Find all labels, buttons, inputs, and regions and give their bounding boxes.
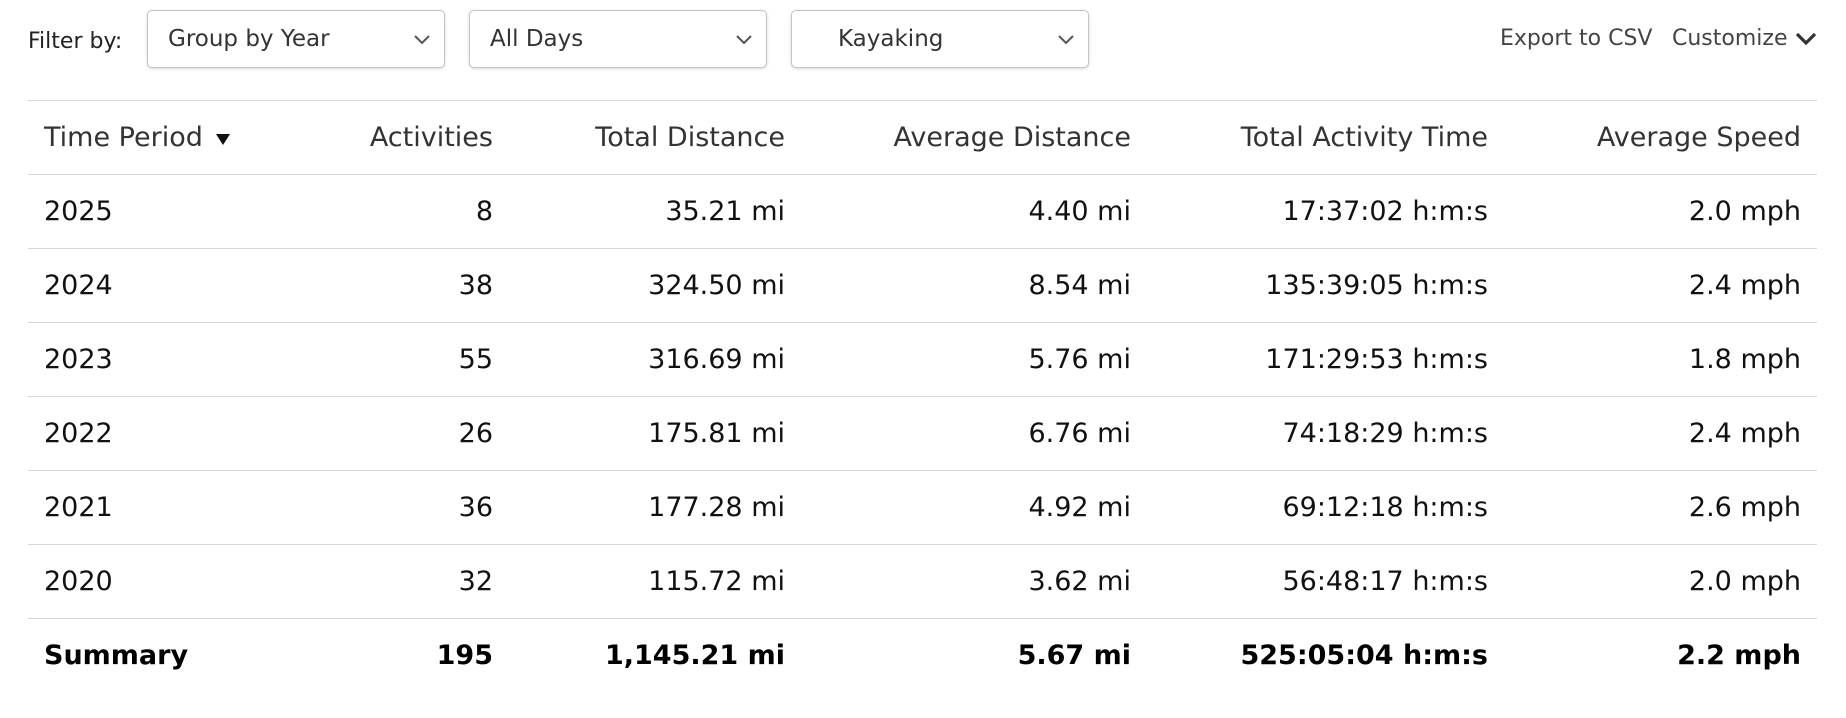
cell-total-activity-time: 17:37:02 h:m:s — [1282, 196, 1488, 227]
cell-activities: 55 — [458, 344, 493, 375]
cell-total-distance: 115.72 mi — [648, 566, 785, 597]
column-header-average-speed[interactable]: Average Speed — [1504, 101, 1817, 175]
cell-average-speed: 2.4 mph — [1688, 270, 1801, 301]
summary-activities: 195 — [436, 640, 493, 672]
chevron-down-icon — [1058, 35, 1074, 45]
cell-activities: 8 — [475, 196, 493, 227]
cell-average-speed: 2.0 mph — [1688, 196, 1801, 227]
cell-total-distance: 35.21 mi — [665, 196, 785, 227]
column-header-label: Time Period — [44, 122, 203, 153]
cell-average-distance: 4.40 mi — [1028, 196, 1131, 227]
activity-type-select-value: Kayaking — [838, 26, 944, 52]
table-row: 2022 26 175.81 mi 6.76 mi 74:18:29 h:m:s… — [28, 396, 1817, 471]
cell-time-period: 2020 — [44, 566, 113, 597]
column-header-total-distance[interactable]: Total Distance — [509, 101, 801, 175]
cell-total-distance: 175.81 mi — [648, 418, 785, 449]
days-select[interactable]: All Days — [469, 10, 767, 68]
cell-average-distance: 6.76 mi — [1028, 418, 1131, 449]
table-row: 2023 55 316.69 mi 5.76 mi 171:29:53 h:m:… — [28, 322, 1817, 397]
cell-total-activity-time: 74:18:29 h:m:s — [1282, 418, 1488, 449]
chevron-down-icon — [414, 35, 430, 45]
cell-average-distance: 3.62 mi — [1028, 566, 1131, 597]
summary-total-distance: 1,145.21 mi — [604, 640, 785, 672]
cell-total-distance: 177.28 mi — [648, 492, 785, 523]
cell-time-period: 2024 — [44, 270, 113, 301]
sort-descending-icon — [215, 133, 230, 145]
table-row: 2025 8 35.21 mi 4.40 mi 17:37:02 h:m:s 2… — [28, 174, 1817, 249]
table-row: 2021 36 177.28 mi 4.92 mi 69:12:18 h:m:s… — [28, 470, 1817, 545]
cell-total-activity-time: 135:39:05 h:m:s — [1265, 270, 1488, 301]
cell-average-speed: 2.4 mph — [1688, 418, 1801, 449]
cell-time-period: 2025 — [44, 196, 113, 227]
cell-average-distance: 4.92 mi — [1028, 492, 1131, 523]
group-by-select[interactable]: Group by Year — [147, 10, 445, 68]
days-select-value: All Days — [490, 26, 584, 52]
cell-activities: 38 — [458, 270, 493, 301]
cell-total-distance: 324.50 mi — [648, 270, 785, 301]
cell-activities: 32 — [458, 566, 493, 597]
export-csv-link[interactable]: Export to CSV — [1500, 25, 1652, 53]
customize-label: Customize — [1672, 26, 1788, 51]
cell-total-activity-time: 171:29:53 h:m:s — [1265, 344, 1488, 375]
table-row: 2020 32 115.72 mi 3.62 mi 56:48:17 h:m:s… — [28, 544, 1817, 619]
activity-stats-table: Time Period Activities Total Distance Av… — [28, 100, 1817, 693]
summary-average-speed: 2.2 mph — [1677, 640, 1801, 672]
cell-average-speed: 2.6 mph — [1688, 492, 1801, 523]
column-header-average-distance[interactable]: Average Distance — [801, 101, 1147, 175]
chevron-down-icon — [736, 35, 752, 45]
summary-average-distance: 5.67 mi — [1017, 640, 1131, 672]
chevron-down-icon — [1795, 32, 1817, 46]
cell-activities: 36 — [458, 492, 493, 523]
cell-total-distance: 316.69 mi — [648, 344, 785, 375]
column-header-time-period[interactable]: Time Period — [28, 101, 302, 175]
cell-activities: 26 — [458, 418, 493, 449]
cell-total-activity-time: 56:48:17 h:m:s — [1282, 566, 1488, 597]
filter-label: Filter by: — [28, 29, 123, 54]
summary-total-activity-time: 525:05:04 h:m:s — [1240, 640, 1488, 672]
cell-total-activity-time: 69:12:18 h:m:s — [1282, 492, 1488, 523]
group-by-select-value: Group by Year — [168, 26, 330, 52]
cell-average-distance: 5.76 mi — [1028, 344, 1131, 375]
table-row: 2024 38 324.50 mi 8.54 mi 135:39:05 h:m:… — [28, 248, 1817, 323]
cell-time-period: 2023 — [44, 344, 113, 375]
cell-average-speed: 2.0 mph — [1688, 566, 1801, 597]
filter-toolbar: Filter by: Group by Year All Days Kayaki… — [0, 0, 1846, 82]
summary-row: Summary 195 1,145.21 mi 5.67 mi 525:05:0… — [28, 618, 1817, 693]
column-header-activities[interactable]: Activities — [302, 101, 509, 175]
cell-time-period: 2021 — [44, 492, 113, 523]
cell-time-period: 2022 — [44, 418, 113, 449]
customize-button[interactable]: Customize — [1672, 25, 1817, 53]
cell-average-distance: 8.54 mi — [1028, 270, 1131, 301]
summary-label: Summary — [44, 640, 189, 672]
column-header-total-activity-time[interactable]: Total Activity Time — [1147, 101, 1504, 175]
activity-type-select[interactable]: Kayaking — [791, 10, 1089, 68]
cell-average-speed: 1.8 mph — [1688, 344, 1801, 375]
table-header-row: Time Period Activities Total Distance Av… — [28, 100, 1817, 175]
